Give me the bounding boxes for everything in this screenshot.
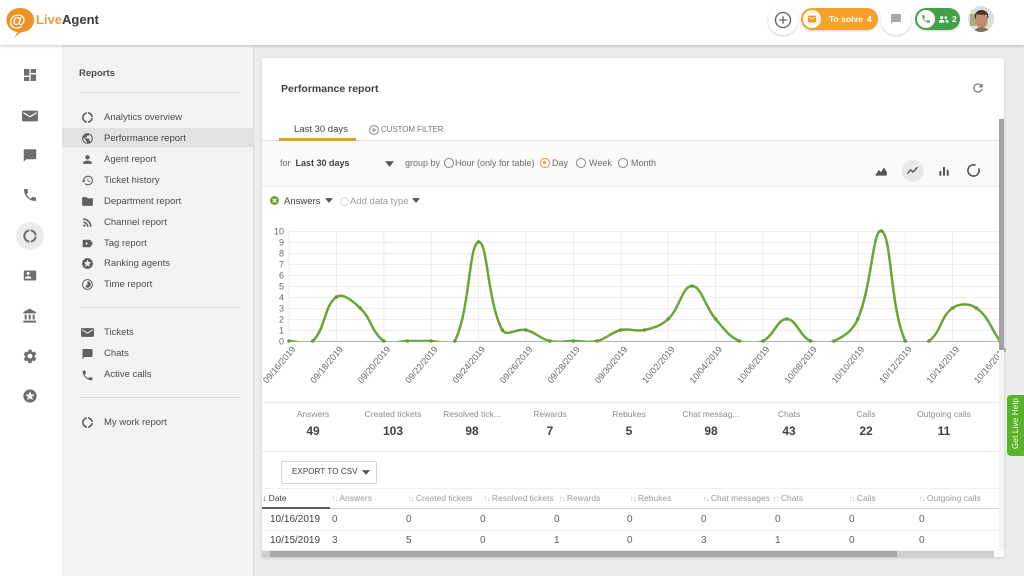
svg-text:09/30/2019: 09/30/2019: [593, 344, 630, 385]
svg-text:10/12/2019: 10/12/2019: [877, 344, 914, 385]
svg-text:3: 3: [279, 304, 284, 314]
svg-text:9: 9: [279, 238, 284, 248]
svg-text:1: 1: [279, 326, 284, 336]
svg-text:10/04/2019: 10/04/2019: [688, 344, 725, 385]
svg-text:09/16/2019: 09/16/2019: [262, 344, 298, 385]
svg-text:10/06/2019: 10/06/2019: [735, 344, 772, 385]
svg-text:09/20/2019: 09/20/2019: [356, 344, 393, 385]
svg-text:6: 6: [279, 271, 284, 281]
svg-text:09/26/2019: 09/26/2019: [498, 344, 535, 385]
svg-text:10/10/2019: 10/10/2019: [830, 344, 867, 385]
svg-text:10: 10: [274, 227, 284, 237]
svg-text:09/18/2019: 09/18/2019: [308, 344, 345, 385]
svg-text:10/14/2019: 10/14/2019: [925, 344, 962, 385]
svg-text:0: 0: [279, 337, 284, 347]
svg-text:4: 4: [279, 293, 284, 303]
svg-text:8: 8: [279, 249, 284, 259]
svg-text:09/28/2019: 09/28/2019: [545, 344, 582, 385]
svg-text:10/08/2019: 10/08/2019: [782, 344, 819, 385]
svg-text:5: 5: [279, 282, 284, 292]
svg-text:10/02/2019: 10/02/2019: [640, 344, 677, 385]
svg-text:7: 7: [279, 260, 284, 270]
svg-text:@: @: [9, 11, 26, 30]
svg-text:09/22/2019: 09/22/2019: [403, 344, 440, 385]
svg-text:2: 2: [279, 315, 284, 325]
svg-text:09/24/2019: 09/24/2019: [451, 344, 488, 385]
